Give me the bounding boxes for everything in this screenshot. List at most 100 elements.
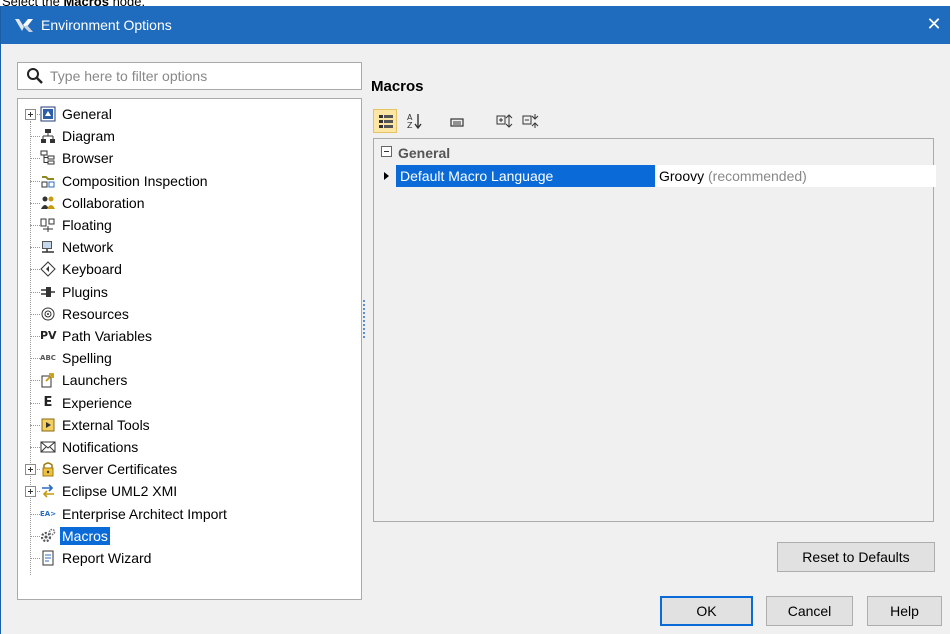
splitter-handle[interactable] bbox=[363, 300, 366, 350]
tree-item-diagram[interactable]: Diagram bbox=[18, 125, 358, 147]
tree-connector bbox=[30, 424, 40, 426]
tree-item-enterprise-architect-import[interactable]: EA> Enterprise Architect Import bbox=[18, 503, 358, 525]
category-row-general: General bbox=[376, 143, 931, 163]
tree-item-label: Macros bbox=[60, 526, 110, 545]
collapse-category-icon[interactable] bbox=[381, 146, 392, 157]
tree-item-launchers[interactable]: Launchers bbox=[18, 369, 358, 391]
tree-item-notifications[interactable]: Notifications bbox=[18, 436, 358, 458]
panel-toolbar: AZ bbox=[373, 109, 573, 135]
expand-node-icon[interactable] bbox=[25, 486, 36, 498]
property-name: Default Macro Language bbox=[396, 165, 655, 187]
tree-item-macros[interactable]: Macros bbox=[18, 525, 358, 547]
tree-item-path-variables[interactable]: PV Path Variables bbox=[18, 325, 358, 347]
keyboard-icon bbox=[40, 261, 56, 278]
tree-item-external-tools[interactable]: External Tools bbox=[18, 414, 358, 436]
reset-to-defaults-button[interactable]: Reset to Defaults bbox=[777, 542, 935, 572]
category-label: General bbox=[398, 145, 451, 161]
tree-item-label: Composition Inspection bbox=[62, 172, 208, 189]
collapse-all-button[interactable] bbox=[519, 109, 543, 133]
tree-connector bbox=[30, 269, 40, 271]
sort-az-icon: AZ bbox=[407, 113, 422, 130]
tree-item-label: Eclipse UML2 XMI bbox=[62, 483, 178, 500]
tree-connector bbox=[30, 136, 40, 138]
tree-connector bbox=[30, 225, 40, 226]
expand-node-icon[interactable] bbox=[25, 109, 36, 120]
help-button[interactable]: Help bbox=[867, 596, 942, 626]
ok-button[interactable]: OK bbox=[660, 596, 753, 626]
tree-item-spelling[interactable]: ABC Spelling bbox=[18, 347, 358, 369]
window-title: Environment Options bbox=[41, 17, 172, 33]
tree-item-browser[interactable]: Browser bbox=[18, 147, 358, 169]
search-icon bbox=[26, 67, 44, 85]
enterprise-architect-icon: EA> bbox=[40, 506, 56, 522]
sort-alphabetically-button[interactable]: AZ bbox=[403, 109, 427, 133]
options-tree[interactable]: General Diagram Browser Composition Inspect… bbox=[17, 98, 362, 600]
external-tools-icon bbox=[40, 417, 56, 433]
composition-inspection-icon bbox=[40, 173, 56, 189]
tree-item-keyboard[interactable]: Keyboard bbox=[18, 258, 358, 280]
tree-item-label: Plugins bbox=[62, 283, 108, 300]
tree-item-label: Experience bbox=[62, 394, 133, 411]
description-toggle-button[interactable] bbox=[445, 109, 469, 133]
expand-all-icon bbox=[496, 114, 513, 128]
tree-connector bbox=[30, 380, 40, 382]
spelling-icon: ABC bbox=[40, 350, 56, 366]
macros-icon bbox=[40, 528, 56, 544]
cancel-button[interactable]: Cancel bbox=[766, 596, 853, 626]
tree-item-label: Browser bbox=[62, 150, 114, 167]
tree-item-server-certificates[interactable]: Server Certificates bbox=[18, 458, 358, 480]
filter-box bbox=[17, 62, 362, 90]
tree-connector bbox=[30, 180, 40, 182]
property-value-hint: (recommended) bbox=[704, 168, 807, 184]
tree-item-eclipse-uml2-xmi[interactable]: Eclipse UML2 XMI bbox=[18, 480, 358, 502]
network-icon bbox=[40, 239, 56, 255]
tree-connector bbox=[30, 247, 40, 249]
tree-item-label: Path Variables bbox=[62, 328, 153, 344]
tree-connector bbox=[30, 313, 40, 315]
collaboration-icon bbox=[40, 195, 56, 211]
expand-all-button[interactable] bbox=[493, 109, 517, 133]
eclipse-uml2-xmi-icon bbox=[40, 483, 56, 499]
filter-options-input[interactable] bbox=[50, 66, 355, 86]
tree-connector bbox=[30, 202, 40, 204]
tree-item-label: Enterprise Architect Import bbox=[62, 505, 227, 522]
tree-item-label: Diagram bbox=[62, 128, 115, 145]
tree-item-collaboration[interactable]: Collaboration bbox=[18, 192, 358, 214]
browser-icon bbox=[40, 150, 56, 166]
tree-item-label: Collaboration bbox=[62, 194, 145, 211]
diagram-icon bbox=[40, 128, 56, 144]
svg-text:Z: Z bbox=[407, 121, 413, 130]
tree-item-experience[interactable]: E Experience bbox=[18, 392, 358, 414]
categorized-view-icon bbox=[379, 115, 393, 128]
tree-item-label: Resources bbox=[62, 305, 129, 322]
floating-icon bbox=[40, 217, 56, 233]
tree-item-label: Launchers bbox=[62, 372, 128, 389]
row-pointer-icon bbox=[384, 172, 389, 180]
property-row-default-macro-language[interactable]: Default Macro Language Groovy (recommend… bbox=[376, 165, 936, 187]
close-icon[interactable]: ✕ bbox=[919, 12, 949, 38]
tree-item-composition-inspection[interactable]: Composition Inspection bbox=[18, 170, 358, 192]
tree-item-label: Server Certificates bbox=[62, 461, 178, 478]
tree-item-label: Report Wizard bbox=[62, 550, 152, 566]
tree-item-general[interactable]: General bbox=[18, 103, 358, 125]
environment-options-dialog: Environment Options ✕ General Diagram Brow… bbox=[0, 6, 950, 634]
expand-node-icon[interactable] bbox=[25, 464, 36, 476]
experience-icon: E bbox=[40, 395, 56, 411]
tree-item-network[interactable]: Network bbox=[18, 236, 358, 258]
tree-item-resources[interactable]: Resources bbox=[18, 303, 358, 325]
panel-title: Macros bbox=[371, 78, 424, 95]
tree-item-plugins[interactable]: Plugins bbox=[18, 281, 358, 303]
property-value-field[interactable]: Groovy (recommended) bbox=[656, 165, 936, 187]
icon-glyph-text: PV bbox=[40, 329, 57, 342]
tree-item-label: Keyboard bbox=[62, 261, 122, 278]
launchers-icon bbox=[40, 372, 56, 388]
tree-item-floating[interactable]: Floating bbox=[18, 214, 358, 236]
lock-icon bbox=[40, 461, 56, 477]
categorized-view-button[interactable] bbox=[373, 109, 397, 133]
plugins-icon bbox=[40, 284, 56, 300]
tree-item-label: Network bbox=[62, 239, 114, 256]
tree-connector bbox=[30, 558, 40, 559]
report-wizard-icon bbox=[40, 550, 56, 566]
tree-item-report-wizard[interactable]: Report Wizard bbox=[18, 547, 358, 569]
tree-connector bbox=[30, 513, 40, 515]
